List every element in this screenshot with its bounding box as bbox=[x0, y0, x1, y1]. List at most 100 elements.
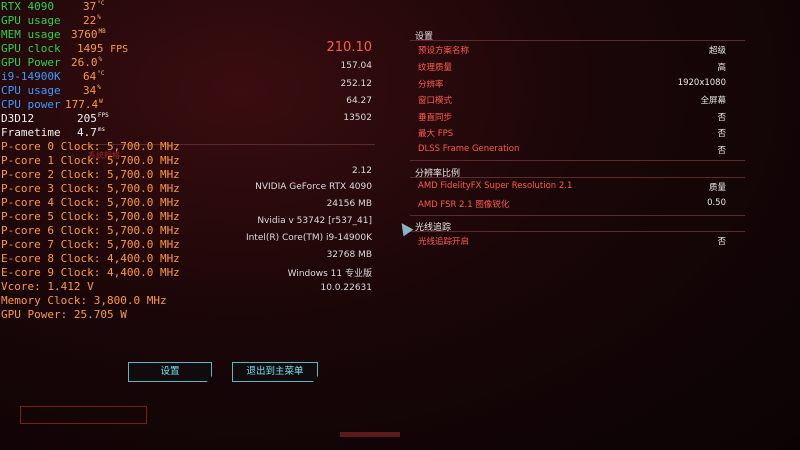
osd-core-clock: P-core 3 Clock: 5,700.0 MHz bbox=[1, 182, 180, 195]
setting-value: 否 bbox=[717, 146, 726, 156]
setting-value: 1920x1080 bbox=[677, 78, 726, 88]
setting-label: AMD FidelityFX Super Resolution 2.1 bbox=[418, 181, 573, 191]
footer-logo bbox=[20, 406, 147, 424]
setting-row: 垂直同步 否 bbox=[418, 111, 726, 127]
osd-value: 26.0% bbox=[71, 56, 102, 69]
setting-value: 否 bbox=[717, 129, 726, 139]
result-value: 157.04 bbox=[340, 61, 373, 71]
osd-unit: % bbox=[97, 14, 101, 21]
setting-label: 最大 FPS bbox=[418, 129, 454, 139]
divider bbox=[410, 215, 745, 216]
osd-unit: % bbox=[98, 56, 103, 63]
osd-core-clock: P-core 5 Clock: 5,700.0 MHz bbox=[1, 210, 180, 223]
osd-unit: FPS bbox=[97, 112, 109, 119]
osd-unit: W bbox=[99, 98, 103, 105]
setting-row: AMD FidelityFX Super Resolution 2.1 质量 bbox=[418, 181, 726, 197]
osd-number: 1495 bbox=[77, 42, 104, 55]
osd-value: 22% bbox=[83, 14, 101, 27]
setting-row: 光线追踪开启 否 bbox=[418, 235, 726, 251]
osd-unit: ms bbox=[97, 126, 106, 133]
osd-number: 34 bbox=[83, 84, 97, 97]
setting-label: 窗口模式 bbox=[418, 96, 453, 106]
osd-value: 4.7ms bbox=[77, 126, 105, 139]
osd-label: CPU power bbox=[1, 98, 61, 111]
osd-value: 1495 FPS bbox=[77, 42, 128, 55]
footer-strip bbox=[340, 432, 400, 437]
osd-core-clock: P-core 1 Clock: 5,700.0 MHz bbox=[1, 154, 180, 167]
osd-label: D3D12 bbox=[1, 112, 35, 125]
result-value: 252.12 bbox=[340, 79, 373, 89]
osd-core-clock: P-core 4 Clock: 5,700.0 MHz bbox=[1, 196, 180, 209]
osd-label: RTX 4090 bbox=[1, 0, 54, 13]
driver-version: Nvidia v 53742 [r537_41] bbox=[257, 216, 372, 226]
setting-row: 最大 FPS 否 bbox=[418, 127, 726, 143]
setting-label: 光线追踪开启 bbox=[418, 237, 470, 247]
osd-number: 4.7 bbox=[77, 126, 97, 139]
osd-unit: MB bbox=[98, 28, 106, 35]
osd-memory-clock: Memory Clock: 3,800.0 MHz bbox=[1, 294, 167, 307]
setting-row: 纹理质量 高 bbox=[418, 61, 726, 77]
setting-value: 否 bbox=[717, 237, 726, 247]
osd-value: 177.4W bbox=[65, 98, 103, 111]
osd-label: GPU Power bbox=[1, 56, 61, 69]
vram: 24156 MB bbox=[326, 199, 372, 209]
osd-core-clock: P-core 7 Clock: 5,700.0 MHz bbox=[1, 238, 180, 251]
osd-gpu-power-watts: GPU Power: 25.705 W bbox=[1, 308, 127, 321]
fps-average-value: 210.10 bbox=[326, 40, 373, 55]
osd-number: 22 bbox=[83, 14, 97, 27]
osd-value: 34% bbox=[83, 84, 101, 97]
result-value: 64.27 bbox=[346, 96, 372, 106]
exit-to-main-menu-button[interactable]: 退出到主菜单 bbox=[232, 362, 318, 382]
divider bbox=[410, 40, 745, 41]
osd-number: 3760 bbox=[71, 28, 98, 41]
setting-label: AMD FSR 2.1 图像锐化 bbox=[418, 200, 510, 210]
setting-row: AMD FSR 2.1 图像锐化 0.50 bbox=[418, 198, 726, 214]
setting-row: 分辨率 1920x1080 bbox=[418, 78, 726, 94]
osd-core-clock: P-core 2 Clock: 5,700.0 MHz bbox=[1, 168, 180, 181]
gpu-name: NVIDIA GeForce RTX 4090 bbox=[255, 182, 372, 192]
osd-value: 3760MB bbox=[71, 28, 106, 41]
osd-core-clock: P-core 6 Clock: 5,700.0 MHz bbox=[1, 224, 180, 237]
setting-row: 预设方案名称 超级 bbox=[418, 44, 726, 60]
osd-label: CPU usage bbox=[1, 84, 61, 97]
osd-number: 177.4 bbox=[65, 98, 99, 111]
osd-value: 64°C bbox=[83, 70, 104, 83]
divider bbox=[410, 160, 745, 161]
osd-label: Frametime bbox=[1, 126, 61, 139]
osd-core-clock: E-core 8 Clock: 4,400.0 MHz bbox=[1, 252, 180, 265]
result-value: 13502 bbox=[343, 113, 372, 123]
setting-value: 全屏幕 bbox=[700, 96, 726, 106]
setting-label: 纹理质量 bbox=[418, 63, 453, 73]
setting-value: 超级 bbox=[708, 46, 726, 56]
osd-unit: °C bbox=[97, 70, 105, 77]
osd-label: MEM usage bbox=[1, 28, 61, 41]
setting-label: 预设方案名称 bbox=[418, 46, 470, 56]
osd-number: 37 bbox=[83, 0, 97, 13]
setting-label: DLSS Frame Generation bbox=[418, 144, 520, 154]
osd-number: 64 bbox=[83, 70, 97, 83]
osd-label: i9-14900K bbox=[1, 70, 61, 83]
osd-value: 37°C bbox=[83, 0, 104, 13]
os-name: Windows 11 专业版 bbox=[287, 269, 372, 279]
setting-label: 分辨率 bbox=[418, 80, 444, 90]
setting-label: 垂直同步 bbox=[418, 113, 453, 123]
osd-unit: FPS bbox=[110, 44, 129, 55]
setting-value: 高 bbox=[717, 63, 726, 73]
osd-number: 26.0 bbox=[71, 56, 98, 69]
settings-button[interactable]: 设置 bbox=[128, 362, 212, 382]
osd-unit: °C bbox=[97, 0, 105, 7]
setting-value: 否 bbox=[717, 113, 726, 123]
divider bbox=[410, 177, 745, 178]
setting-value: 0.50 bbox=[707, 198, 726, 208]
osd-label: GPU clock bbox=[1, 42, 61, 55]
cpu-name: Intel(R) Core(TM) i9-14900K bbox=[245, 233, 372, 243]
setting-row: 窗口模式 全屏幕 bbox=[418, 94, 726, 110]
osd-unit: % bbox=[97, 84, 101, 91]
osd-vcore: Vcore: 1.412 V bbox=[1, 280, 94, 293]
divider bbox=[410, 231, 745, 232]
osd-label: GPU usage bbox=[1, 14, 61, 27]
os-version: 10.0.22631 bbox=[320, 283, 372, 293]
osd-number: 205 bbox=[77, 112, 97, 125]
ram: 32768 MB bbox=[326, 250, 372, 260]
osd-core-clock: E-core 9 Clock: 4,400.0 MHz bbox=[1, 266, 180, 279]
